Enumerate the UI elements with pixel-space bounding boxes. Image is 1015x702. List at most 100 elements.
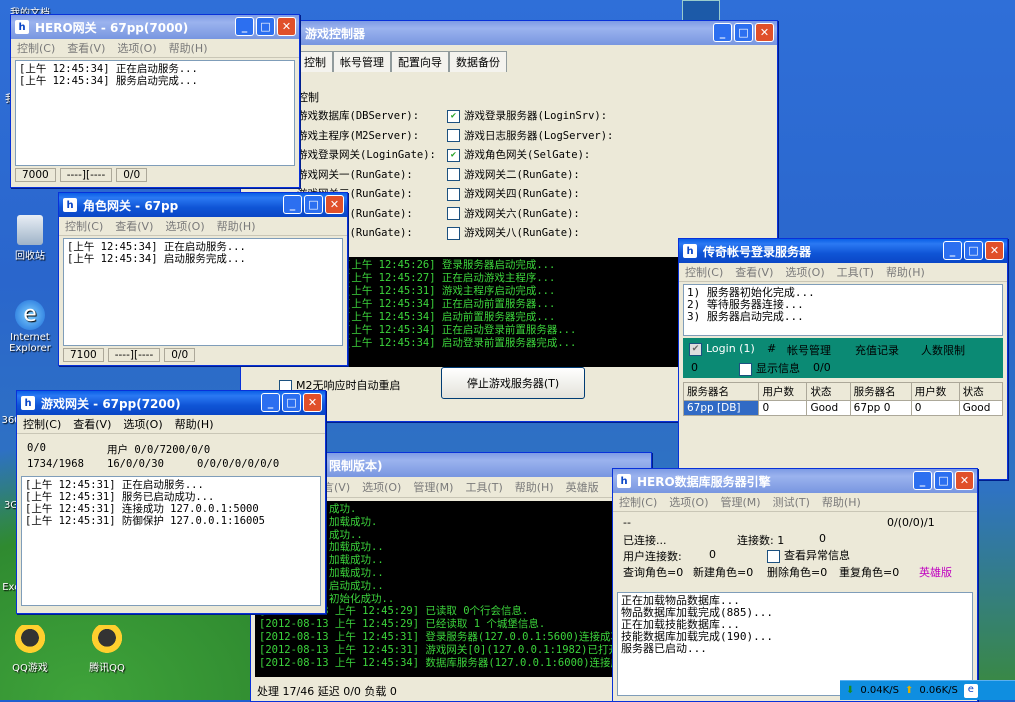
ie-tray-icon[interactable]: e [963, 683, 978, 698]
menu-control[interactable]: 控制(C) [65, 218, 103, 234]
close-button[interactable]: ✕ [277, 17, 296, 36]
right-check-column: ✔ 游戏登录服务器(LoginSrv): 游戏日志服务器(LogServer): … [447, 107, 613, 244]
tab-bar: 控制 帐号管理 配置向导 数据备份 [241, 45, 777, 72]
check-log-server[interactable]: 游戏日志服务器(LogServer): [447, 127, 613, 147]
checkbox[interactable] [447, 187, 460, 201]
menu-help[interactable]: 帮助(H) [169, 40, 208, 56]
minimize-button[interactable]: _ [943, 241, 962, 260]
checkbox[interactable] [767, 549, 780, 563]
close-button[interactable]: ✕ [985, 241, 1004, 260]
menu-manage[interactable]: 管理(M) [721, 494, 761, 510]
menu-view[interactable]: 查看(V) [67, 40, 105, 56]
menu-test[interactable]: 测试(T) [773, 494, 810, 510]
checkbox-checked[interactable]: ✔ [689, 342, 702, 356]
minimize-button[interactable]: _ [913, 471, 932, 490]
maximize-button[interactable]: □ [256, 17, 275, 36]
close-button[interactable]: ✕ [955, 471, 974, 490]
maximize-button[interactable]: □ [964, 241, 983, 260]
user-limit-button[interactable]: 人数限制 [921, 342, 965, 358]
minimize-button[interactable]: _ [283, 195, 302, 214]
check-run-gate-4[interactable]: 游戏网关四(RunGate): [447, 185, 613, 205]
login-toggle[interactable]: ✔ Login (1) [689, 342, 755, 356]
menu-options[interactable]: 选项(O) [117, 40, 156, 56]
menu-options[interactable]: 选项(O) [362, 479, 401, 495]
check-run-gate-6[interactable]: 游戏网关六(RunGate): [447, 205, 613, 225]
show-info-option[interactable]: 显示信息 [739, 360, 800, 376]
download-speed: 0.04K/S [860, 685, 899, 696]
maximize-button[interactable]: □ [734, 23, 753, 42]
checkbox[interactable] [447, 129, 460, 142]
menu-help[interactable]: 帮助(H) [515, 479, 554, 495]
check-run-gate-1[interactable]: 游戏网关一(RunGate): [297, 166, 436, 186]
check-login-srv[interactable]: ✔ 游戏登录服务器(LoginSrv): [447, 107, 613, 127]
checkbox[interactable] [447, 207, 460, 220]
tab-account[interactable]: 帐号管理 [333, 51, 391, 72]
tab-control[interactable]: 控制 [297, 51, 333, 72]
minimize-button[interactable]: _ [261, 393, 280, 412]
tab-data-backup[interactable]: 数据备份 [449, 51, 507, 72]
menu-tools[interactable]: 工具(T) [465, 479, 502, 495]
menu-control[interactable]: 控制(C) [23, 416, 61, 432]
tab-config-wizard[interactable]: 配置向导 [391, 51, 449, 72]
check-abnormal-option[interactable]: 查看异常信息 [767, 547, 850, 563]
game-gate-log: [上午 12:45:31] 正在启动服务... [上午 12:45:31] 服务已… [21, 476, 321, 606]
desktop-icon-recycle-bin[interactable]: 回收站 [0, 215, 60, 262]
minimize-button[interactable]: _ [235, 17, 254, 36]
menu-control[interactable]: 控制(C) [685, 264, 723, 280]
menu-help[interactable]: 帮助(H) [175, 416, 214, 432]
maximize-button[interactable]: □ [934, 471, 953, 490]
desktop-icon-qq-game[interactable]: QQ游戏 [0, 625, 60, 674]
menu-control[interactable]: 控制(C) [619, 494, 657, 510]
menu-options[interactable]: 选项(O) [785, 264, 824, 280]
menu-bar: 控制(C) 查看(V) 选项(O) 帮助(H) [11, 39, 299, 58]
menu-manage[interactable]: 管理(M) [413, 479, 453, 495]
check-run-gate-2[interactable]: 游戏网关二(RunGate): [447, 166, 613, 186]
menu-view[interactable]: 查看(V) [735, 264, 773, 280]
menu-options[interactable]: 选项(O) [165, 218, 204, 234]
check-m2-server[interactable]: 游戏主程序(M2Server): [297, 127, 436, 147]
menu-help[interactable]: 帮助(H) [886, 264, 925, 280]
close-button[interactable]: ✕ [325, 195, 344, 214]
info-value: 0/0 [813, 361, 831, 374]
recharge-record-button[interactable]: 充值记录 [855, 342, 899, 358]
recycle-bin-icon [17, 215, 43, 245]
checkbox[interactable] [739, 362, 752, 376]
menu-options[interactable]: 选项(O) [669, 494, 708, 510]
window-title: 限制版本) [329, 458, 383, 473]
check-run-gate-8[interactable]: 游戏网关八(RunGate): [447, 224, 613, 244]
menu-help[interactable]: 帮助(H) [217, 218, 256, 234]
check-login-gate[interactable]: 游戏登录网关(LoginGate): [297, 146, 436, 166]
ie-icon: e [15, 300, 45, 330]
checkbox[interactable] [447, 168, 460, 181]
menu-help[interactable]: 帮助(H) [822, 494, 861, 510]
checkbox-checked[interactable]: ✔ [447, 109, 460, 123]
menu-control[interactable]: 控制(C) [17, 40, 55, 56]
menu-bar: 控制(C) 查看(V) 选项(O) 工具(T) 帮助(H) [679, 263, 1007, 282]
close-button[interactable]: ✕ [755, 23, 774, 42]
menu-hero[interactable]: 英雄版 [566, 479, 599, 495]
menu-view[interactable]: 言(V) [323, 479, 350, 495]
desktop-icon-tencent-qq[interactable]: 腾讯QQ [72, 625, 142, 674]
check-sel-gate[interactable]: ✔ 游戏角色网关(SelGate): [447, 146, 613, 166]
title-bar: 游戏控制器 _ □ ✕ [241, 21, 777, 45]
menu-bar: 控制(C) 选项(O) 管理(M) 测试(T) 帮助(H) [613, 493, 977, 512]
stop-server-button[interactable]: 停止游戏服务器(T) [441, 367, 585, 399]
role-gate-window: h 角色网关 - 67pp _ □ ✕ 控制(C) 查看(V) 选项(O) 帮助… [58, 192, 348, 366]
minimize-button[interactable]: _ [713, 23, 732, 42]
check-db-server[interactable]: 游戏数据库(DBServer): [297, 107, 436, 127]
menu-view[interactable]: 查看(V) [115, 218, 153, 234]
menu-options[interactable]: 选项(O) [123, 416, 162, 432]
checkbox-checked[interactable]: ✔ [447, 148, 460, 162]
toolbar-hash: # [767, 342, 777, 355]
desktop-icon-internet-explorer[interactable]: e Internet Explorer [0, 300, 60, 354]
maximize-button[interactable]: □ [304, 195, 323, 214]
table-row[interactable]: 67pp [DB] 0 Good 67pp 0 0 Good [682, 400, 1004, 416]
maximize-button[interactable]: □ [282, 393, 301, 412]
menu-view[interactable]: 查看(V) [73, 416, 111, 432]
title-bar: h 传奇帐号登录服务器 _ □ ✕ [679, 239, 1007, 263]
close-button[interactable]: ✕ [303, 393, 322, 412]
status-bar: 7100 ----][---- 0/0 [63, 348, 343, 362]
checkbox[interactable] [447, 226, 460, 240]
menu-tools[interactable]: 工具(T) [837, 264, 874, 280]
account-manage-button[interactable]: 帐号管理 [787, 342, 831, 358]
